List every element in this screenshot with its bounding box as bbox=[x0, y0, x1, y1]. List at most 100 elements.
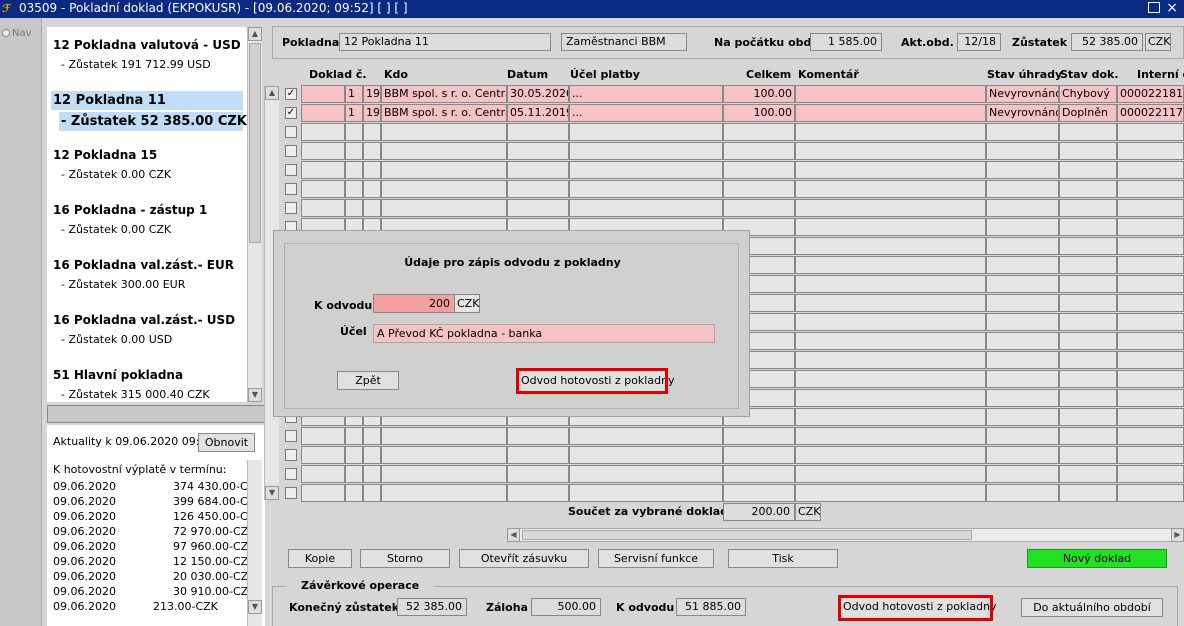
grid-cell[interactable] bbox=[1059, 427, 1117, 445]
row-checkbox[interactable] bbox=[285, 468, 297, 480]
grid-cell[interactable] bbox=[1117, 351, 1184, 369]
cell-komentar[interactable] bbox=[795, 85, 986, 103]
grid-cell[interactable] bbox=[795, 313, 986, 331]
grid-cell[interactable] bbox=[345, 142, 363, 160]
cell-doklad-pad[interactable] bbox=[301, 85, 345, 103]
col-kdo[interactable]: Kdo bbox=[384, 68, 408, 81]
cell-doklad-pad[interactable] bbox=[301, 104, 345, 122]
grid-cell[interactable] bbox=[795, 389, 986, 407]
grid-cell[interactable] bbox=[723, 446, 795, 464]
cell-kdo[interactable]: BBM spol. s r. o. Centrála bbox=[381, 85, 507, 103]
grid-cell[interactable] bbox=[507, 123, 569, 141]
grid-cell[interactable] bbox=[1117, 313, 1184, 331]
grid-cell[interactable] bbox=[507, 484, 569, 502]
grid-cell[interactable] bbox=[723, 199, 795, 217]
grid-cell[interactable] bbox=[569, 180, 723, 198]
table-row[interactable]: ✓ 1 19 BBM spol. s r. o. Centrála 30.05.… bbox=[284, 85, 1184, 103]
scroll-right-icon[interactable]: ▶ bbox=[1171, 528, 1184, 542]
table-row[interactable]: ✓ 1 19 BBM spol. s r. o. Centrála 05.11.… bbox=[284, 104, 1184, 122]
grid-cell[interactable] bbox=[363, 123, 381, 141]
back-button[interactable]: Zpět bbox=[337, 371, 399, 390]
grid-cell[interactable] bbox=[381, 142, 507, 160]
cell-datum[interactable]: 05.11.2019 bbox=[507, 104, 569, 122]
grid-cell[interactable] bbox=[795, 408, 986, 426]
scrollbar-thumb[interactable] bbox=[249, 43, 261, 243]
grid-cell[interactable] bbox=[569, 427, 723, 445]
col-stav-dok[interactable]: Stav dok. bbox=[1060, 68, 1119, 81]
grid-cell[interactable] bbox=[301, 427, 345, 445]
grid-cell[interactable] bbox=[569, 465, 723, 483]
grid-cell[interactable] bbox=[1059, 256, 1117, 274]
new-document-button[interactable]: Nový doklad bbox=[1027, 549, 1167, 568]
cell-interni[interactable]: 0000221813 bbox=[1117, 85, 1184, 103]
storno-button[interactable]: Storno bbox=[360, 549, 450, 568]
grid-cell[interactable] bbox=[345, 199, 363, 217]
grid-cell[interactable] bbox=[1117, 427, 1184, 445]
mena-field[interactable]: CZK bbox=[1145, 33, 1171, 51]
grid-cell[interactable] bbox=[1059, 180, 1117, 198]
zaloha-field[interactable]: 500.00 bbox=[531, 598, 601, 616]
k-odvodu-input[interactable]: 200 bbox=[373, 294, 455, 313]
grid-cell[interactable] bbox=[507, 161, 569, 179]
grid-cell[interactable] bbox=[381, 161, 507, 179]
grid-cell[interactable] bbox=[1059, 313, 1117, 331]
grid-cell[interactable] bbox=[795, 123, 986, 141]
grid-cell[interactable] bbox=[1117, 161, 1184, 179]
scroll-left-icon[interactable]: ◀ bbox=[507, 528, 520, 542]
splitter[interactable] bbox=[47, 405, 265, 423]
grid-cell[interactable] bbox=[795, 218, 986, 236]
row-checkbox[interactable]: ✓ bbox=[285, 88, 297, 100]
grid-cell[interactable] bbox=[1059, 275, 1117, 293]
copy-button[interactable]: Kopie bbox=[288, 549, 352, 568]
k-odvodu-currency[interactable]: CZK bbox=[454, 294, 480, 313]
grid-cell[interactable] bbox=[1117, 256, 1184, 274]
pocatek-field[interactable]: 1 585.00 bbox=[810, 33, 882, 51]
grid-cell[interactable] bbox=[1059, 484, 1117, 502]
grid-cell[interactable] bbox=[345, 427, 363, 445]
row-checkbox[interactable]: ✓ bbox=[285, 107, 297, 119]
grid-cell[interactable] bbox=[795, 142, 986, 160]
pokladna-item-selected[interactable]: 12 Pokladna 11 - Zůstatek 52 385.00 CZK bbox=[51, 91, 247, 131]
grid-cell[interactable] bbox=[381, 465, 507, 483]
col-komentar[interactable]: Komentář bbox=[798, 68, 859, 81]
grid-cell[interactable] bbox=[301, 161, 345, 179]
grid-cell[interactable] bbox=[1059, 123, 1117, 141]
grid-cell[interactable] bbox=[795, 275, 986, 293]
grid-cell[interactable] bbox=[345, 161, 363, 179]
grid-cell[interactable] bbox=[986, 237, 1059, 255]
grid-cell[interactable] bbox=[1059, 218, 1117, 236]
restore-window-icon[interactable] bbox=[1148, 2, 1160, 13]
grid-cell[interactable] bbox=[986, 332, 1059, 350]
grid-cell[interactable] bbox=[345, 484, 363, 502]
cell-doklad-a[interactable]: 1 bbox=[345, 104, 363, 122]
grid-cell[interactable] bbox=[569, 446, 723, 464]
pokladna-item[interactable]: 51 Hlavní pokladna - Zůstatek 315 000.40 … bbox=[53, 368, 243, 401]
table-row-empty[interactable] bbox=[284, 427, 1184, 445]
grid-cell[interactable] bbox=[381, 180, 507, 198]
soucet-currency[interactable]: CZK bbox=[795, 503, 821, 521]
grid-cell[interactable] bbox=[723, 465, 795, 483]
grid-cell[interactable] bbox=[795, 446, 986, 464]
row-checkbox[interactable] bbox=[285, 145, 297, 157]
k-odvodu-footer-field[interactable]: 51 885.00 bbox=[676, 598, 746, 616]
grid-cell[interactable] bbox=[363, 161, 381, 179]
grid-cell[interactable] bbox=[986, 484, 1059, 502]
grid-cell[interactable] bbox=[381, 446, 507, 464]
grid-cell[interactable] bbox=[1117, 275, 1184, 293]
grid-cell[interactable] bbox=[1117, 446, 1184, 464]
grid-cell[interactable] bbox=[569, 161, 723, 179]
grid-cell[interactable] bbox=[986, 446, 1059, 464]
grid-cell[interactable] bbox=[1059, 294, 1117, 312]
grid-cell[interactable] bbox=[723, 484, 795, 502]
cell-interni[interactable]: 0000221171 bbox=[1117, 104, 1184, 122]
grid-cell[interactable] bbox=[1059, 332, 1117, 350]
grid-cell[interactable] bbox=[507, 427, 569, 445]
cell-ucel[interactable]: ... bbox=[569, 104, 723, 122]
grid-cell[interactable] bbox=[986, 275, 1059, 293]
table-row-empty[interactable] bbox=[284, 180, 1184, 198]
col-datum[interactable]: Datum bbox=[507, 68, 548, 81]
cell-datum[interactable]: 30.05.2020 bbox=[507, 85, 569, 103]
grid-cell[interactable] bbox=[1117, 389, 1184, 407]
grid-cell[interactable] bbox=[986, 180, 1059, 198]
grid-cell[interactable] bbox=[301, 199, 345, 217]
